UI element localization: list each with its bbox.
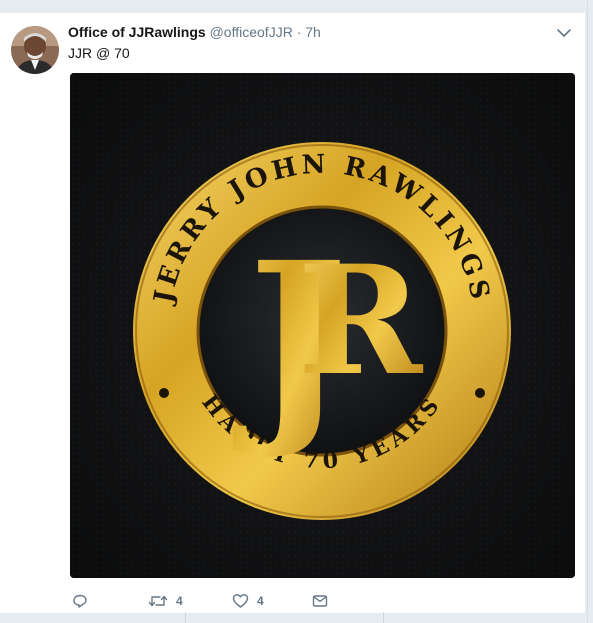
logo-monogram-r: R <box>298 233 424 409</box>
like-count: 4 <box>257 594 264 608</box>
tweet-text: JJR @ 70 <box>68 45 130 61</box>
timestamp[interactable]: 7h <box>305 24 321 40</box>
tweet-actions: 4 4 <box>70 591 370 611</box>
avatar[interactable] <box>11 26 59 74</box>
tweet-media[interactable]: JERRY JOHN RAWLINGS HAPPY 70 YEARS J R <box>70 73 575 578</box>
divider <box>383 612 384 623</box>
retweet-icon <box>148 595 168 607</box>
heart-icon <box>232 594 249 608</box>
user-handle[interactable]: @officeofJJR <box>210 24 293 40</box>
avatar-image <box>11 26 59 74</box>
tweet-header: Office of JJRawlings @officeofJJR · 7h <box>68 23 321 42</box>
logo-dot-right <box>475 388 485 398</box>
direct-message-button[interactable] <box>312 591 328 611</box>
tweet-card[interactable]: Office of JJRawlings @officeofJJR · 7h J… <box>0 12 585 613</box>
separator: · <box>296 24 302 40</box>
retweet-button[interactable]: 4 <box>148 591 183 611</box>
envelope-icon <box>312 595 328 607</box>
logo-dot-left <box>159 388 169 398</box>
retweet-count: 4 <box>176 594 183 608</box>
chevron-down-icon[interactable] <box>556 27 572 39</box>
scrollbar-track[interactable] <box>587 0 588 623</box>
reply-icon <box>73 594 87 608</box>
reply-button[interactable] <box>72 591 88 611</box>
like-button[interactable]: 4 <box>232 591 264 611</box>
divider <box>185 612 186 623</box>
jjr-logo-image: JERRY JOHN RAWLINGS HAPPY 70 YEARS J R <box>70 73 575 578</box>
display-name[interactable]: Office of JJRawlings <box>68 24 206 40</box>
